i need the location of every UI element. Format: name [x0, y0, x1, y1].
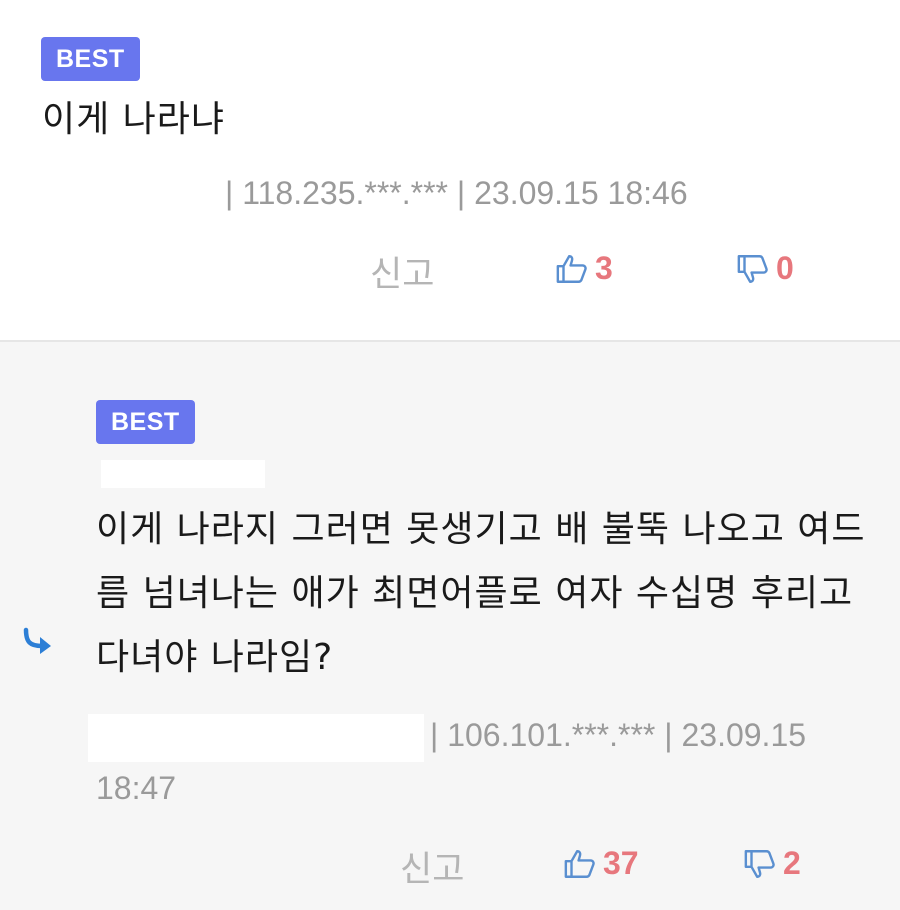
like-count: 3 — [595, 250, 613, 286]
best-badge: BEST — [96, 400, 195, 444]
thumbs-down-icon — [744, 849, 775, 878]
dislike-button[interactable]: 2 — [743, 845, 801, 882]
best-comment-1: BEST 이게 나라냐 | 118.235.***.*** | 23.09.15… — [0, 0, 900, 342]
best-badge: BEST — [41, 37, 140, 81]
dislike-count: 0 — [776, 250, 794, 286]
like-count: 37 — [603, 845, 639, 881]
comment-text: 이게 나라냐 — [42, 99, 226, 140]
like-button[interactable]: 3 — [555, 250, 613, 287]
time-text: 18:47 — [96, 770, 177, 806]
redacted-nickname — [101, 460, 265, 488]
thumbs-down-icon — [737, 254, 768, 283]
reply-arrow-icon — [23, 627, 51, 654]
report-button[interactable]: 신고 — [370, 246, 434, 297]
dislike-count: 2 — [783, 845, 801, 881]
redacted-author — [88, 713, 424, 762]
comment-time: 18:47 — [96, 764, 176, 812]
ip-date: | 106.101.***.*** | 23.09.15 — [430, 717, 807, 753]
best-comment-2: BEST 이게 나라지 그러면 못생기고 배 불뚝 나오고 여드름 넘녀나는 애… — [0, 342, 900, 910]
report-button[interactable]: 신고 — [400, 841, 464, 892]
dislike-button[interactable]: 0 — [736, 250, 794, 287]
thumbs-up-icon — [564, 849, 595, 878]
comment-meta: | 118.235.***.*** | 23.09.15 18:46 — [225, 169, 688, 217]
ip-date: | 118.235.***.*** | 23.09.15 18:46 — [225, 175, 688, 211]
thumbs-up-icon — [556, 254, 587, 283]
comment-meta: | 106.101.***.*** | 23.09.15 — [88, 711, 806, 762]
comment-text: 이게 나라지 그러면 못생기고 배 불뚝 나오고 여드름 넘녀나는 애가 최면어… — [96, 509, 866, 678]
like-button[interactable]: 37 — [563, 845, 639, 882]
